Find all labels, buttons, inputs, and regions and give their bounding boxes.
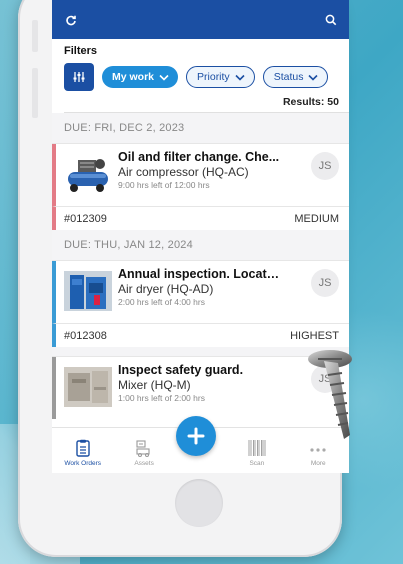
card-text: Oil and filter change. Che... Air compre… <box>118 150 311 190</box>
air-dryer-image <box>64 271 112 311</box>
work-order-title: Oil and filter change. Che... <box>118 150 280 164</box>
tab-label: Assets <box>134 460 154 467</box>
work-order-id: #012309 <box>64 212 107 225</box>
work-order-title: Annual inspection. Locate... <box>118 267 283 281</box>
plus-icon <box>187 427 205 445</box>
phone-side-button <box>32 68 38 118</box>
results-count: Results: 50 <box>64 91 349 113</box>
hours-remaining: 2:00 hrs left of 4:00 hrs <box>118 297 205 307</box>
work-order-id: #012308 <box>64 329 107 342</box>
asset-name: Mixer (HQ-M) <box>118 378 191 392</box>
chip-label: Status <box>273 71 304 83</box>
tab-scan[interactable]: Scan <box>232 439 282 467</box>
card-text: Annual inspection. Locate... Air dryer (… <box>118 267 311 307</box>
assignee-avatar[interactable]: JS <box>311 269 339 297</box>
air-compressor-image <box>64 154 112 194</box>
filter-settings-button[interactable] <box>64 63 94 91</box>
phone-side-button <box>32 20 38 52</box>
filter-row: My work Priority Status <box>64 63 349 91</box>
chip-label: My work <box>112 71 155 83</box>
filter-chip-priority[interactable]: Priority <box>186 66 255 88</box>
search-icon[interactable] <box>325 14 337 26</box>
refresh-icon[interactable] <box>65 14 77 26</box>
work-order-title: Inspect safety guard. <box>118 363 244 377</box>
work-order-card[interactable]: Annual inspection. Locate... Air dryer (… <box>52 261 349 323</box>
mixer-image <box>64 367 112 407</box>
filters-label: Filters <box>64 45 98 57</box>
sliders-icon <box>73 72 85 82</box>
tab-label: More <box>310 460 326 467</box>
priority-label: HIGHEST <box>290 329 339 342</box>
card-text: Inspect safety guard. Mixer (HQ-M) 1:00 … <box>118 363 311 403</box>
tab-label: Scan <box>249 460 265 467</box>
hours-remaining: 1:00 hrs left of 2:00 hrs <box>118 393 205 403</box>
barcode-icon <box>248 440 266 456</box>
screw-illustration <box>308 350 352 439</box>
chip-label: Priority <box>197 71 230 83</box>
asset-name: Air dryer (HQ-AD) <box>118 282 214 296</box>
clipboard-icon <box>75 439 90 457</box>
work-order-footer: #012308 HIGHEST <box>52 323 349 347</box>
chevron-down-icon <box>235 74 245 81</box>
priority-label: MEDIUM <box>294 212 339 225</box>
top-bar <box>52 0 349 39</box>
work-order-card[interactable]: Oil and filter change. Che... Air compre… <box>52 144 349 206</box>
filter-chip-my-work[interactable]: My work <box>102 66 179 88</box>
filter-chip-status[interactable]: Status <box>262 66 329 88</box>
chevron-down-icon <box>159 74 169 81</box>
phone-frame: Filters My work Priority Status Results:… <box>18 0 349 557</box>
tab-work-orders[interactable]: Work Orders <box>58 439 108 467</box>
add-work-order-button[interactable] <box>176 416 216 456</box>
chevron-down-icon <box>308 74 319 81</box>
home-button[interactable] <box>175 479 223 527</box>
hours-remaining: 9:00 hrs left of 12:00 hrs <box>118 180 210 190</box>
due-date-header: DUE: THU, JAN 12, 2024 <box>52 230 349 261</box>
filters-panel: Filters My work Priority Status Results:… <box>52 39 349 113</box>
due-date-header: DUE: FRI, DEC 2, 2023 <box>52 113 349 144</box>
asset-name: Air compressor (HQ-AC) <box>118 165 249 179</box>
assignee-avatar[interactable]: JS <box>311 152 339 180</box>
work-order-footer: #012309 MEDIUM <box>52 206 349 230</box>
tab-label: Work Orders <box>64 460 102 467</box>
assets-icon <box>136 440 150 457</box>
tab-assets[interactable]: Assets <box>119 439 169 467</box>
